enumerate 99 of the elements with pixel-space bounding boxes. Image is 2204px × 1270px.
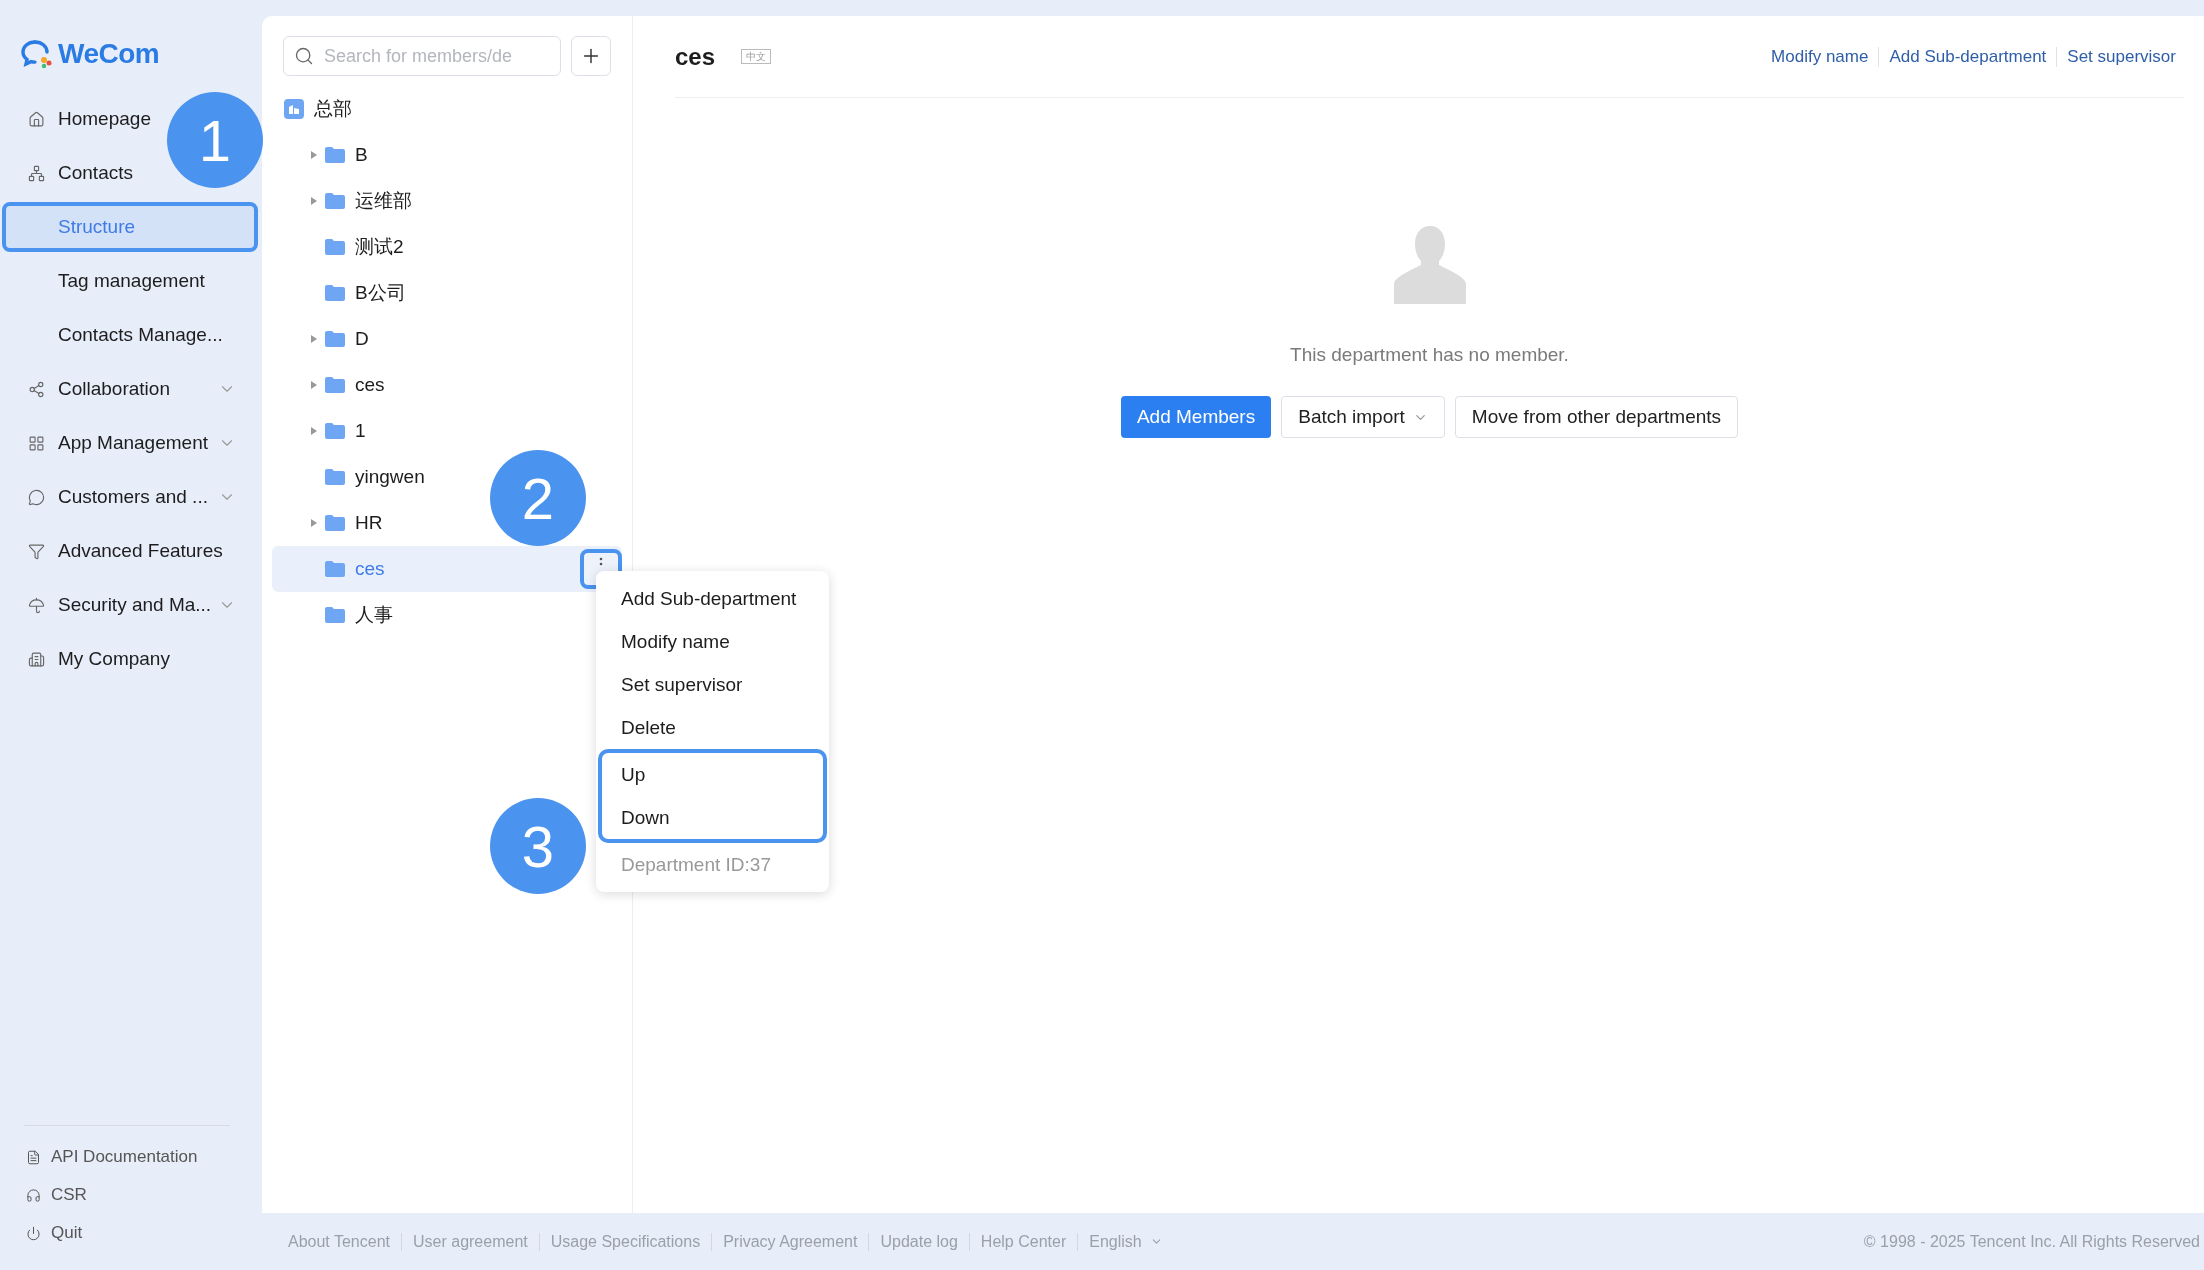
folder-icon — [325, 331, 345, 347]
sidebar-item[interactable]: Collaboration — [4, 366, 256, 412]
expand-arrow-icon[interactable] — [310, 334, 318, 344]
expand-arrow-icon[interactable] — [310, 196, 318, 206]
tree-row[interactable]: ces — [272, 546, 622, 592]
logo-icon — [20, 39, 54, 69]
tree-label: D — [355, 328, 369, 350]
grid-icon — [28, 434, 45, 452]
share-icon — [28, 380, 45, 398]
tree-root[interactable]: 总部 — [272, 86, 362, 132]
expand-arrow-icon[interactable] — [310, 380, 318, 390]
sidebar-item-label: My Company — [58, 648, 170, 670]
sidebar-item[interactable]: App Management — [4, 420, 256, 466]
sidebar-item[interactable]: My Company — [4, 636, 178, 682]
tree-label: yingwen — [355, 466, 425, 488]
tree-label: 运维部 — [355, 189, 412, 213]
header-link[interactable]: Modify name — [1761, 46, 1879, 67]
tree-label: 人事 — [355, 603, 393, 627]
sidebar-item[interactable]: Advanced Features — [4, 528, 231, 574]
footer-link-label: Quit — [51, 1223, 83, 1243]
footer-link-label: API Documentation — [51, 1147, 198, 1167]
tree-label: 总部 — [314, 97, 352, 121]
tree-label: 1 — [355, 420, 366, 442]
sidebar-item[interactable]: Contacts — [4, 150, 141, 196]
sidebar-item-label: Advanced Features — [58, 540, 223, 562]
folder-icon — [325, 377, 345, 393]
sidebar-item[interactable]: Customers and ... — [4, 474, 256, 520]
expand-arrow-icon[interactable] — [310, 426, 318, 436]
menu-item[interactable]: Set supervisor — [602, 663, 823, 706]
folder-icon — [325, 147, 345, 163]
language-tag: 中文 — [741, 49, 772, 64]
dropdown-button[interactable]: Batch import — [1281, 396, 1445, 438]
sidebar-footer-link[interactable]: API Documentation — [0, 1138, 262, 1176]
folder-icon — [325, 561, 345, 577]
sidebar-item[interactable]: Homepage — [4, 96, 159, 142]
expand-arrow-icon[interactable] — [310, 150, 318, 160]
sidebar-item-label: Security and Ma... — [58, 594, 213, 616]
tree-row[interactable]: 测试2 — [272, 224, 414, 270]
folder-icon — [325, 469, 345, 485]
folder-icon — [325, 515, 345, 531]
tree-row[interactable]: D — [272, 316, 379, 362]
sidebar-item-label: App Management — [58, 432, 209, 454]
menu-item[interactable]: Delete — [602, 706, 823, 749]
chat-bubble-icon — [28, 488, 45, 506]
umbrella-icon — [28, 596, 45, 614]
org-chart-icon — [28, 164, 45, 182]
folder-icon — [325, 607, 345, 623]
add-members-button[interactable]: Add Members — [1120, 396, 1272, 438]
tree-label: B — [355, 144, 368, 166]
folder-icon — [325, 285, 345, 301]
sidebar-subitem[interactable]: Contacts Manage... — [4, 312, 256, 358]
tree-row[interactable]: 人事 — [272, 592, 403, 638]
sidebar-item-label: Contacts — [58, 162, 133, 184]
logo-text: WeCom — [58, 38, 160, 70]
folder-icon — [325, 193, 345, 209]
menu-item[interactable]: Modify name — [602, 620, 823, 663]
sidebar-subitem[interactable]: Tag management — [4, 258, 256, 304]
tree-label: ces — [355, 374, 385, 396]
tree-row[interactable]: 运维部 — [272, 178, 422, 224]
department-id: Department ID:37 — [620, 852, 772, 877]
sidebar-item-label: Customers and ... — [58, 486, 209, 508]
folder-icon — [325, 239, 345, 255]
copyright: © 1998 - 2025 Tencent Inc. All Rights Reserved — [1863, 1232, 2201, 1251]
expand-arrow-icon[interactable] — [310, 518, 318, 528]
sidebar-footer-link[interactable]: Quit — [0, 1214, 262, 1252]
header-link[interactable]: Add Sub-department — [1878, 46, 2057, 67]
funnel-icon — [28, 542, 45, 560]
tree-label: ces — [355, 558, 385, 580]
menu-item[interactable]: Up — [602, 753, 823, 796]
tree-row[interactable]: yingwen — [272, 454, 435, 500]
action-button[interactable]: Move from other departments — [1454, 396, 1739, 438]
headset-icon — [26, 1187, 41, 1203]
department-title: ces — [675, 42, 716, 71]
menu-item[interactable]: Down — [602, 796, 823, 839]
tree-label: B公司 — [355, 281, 406, 305]
sidebar-footer-link[interactable]: CSR — [0, 1176, 262, 1214]
add-button[interactable] — [571, 36, 611, 76]
tree-row[interactable]: B — [272, 132, 378, 178]
tree-row[interactable]: 1 — [272, 408, 376, 454]
company-icon — [284, 99, 304, 119]
folder-icon — [325, 423, 345, 439]
empty-message: This department has no member. — [1290, 344, 1569, 366]
search-icon — [294, 46, 314, 66]
sidebar-item[interactable]: Security and Ma... — [4, 582, 256, 628]
sidebar-item-label: Collaboration — [58, 378, 171, 400]
footer-link-label: CSR — [51, 1185, 87, 1205]
tree-row[interactable]: ces — [272, 362, 395, 408]
document-icon — [26, 1149, 41, 1165]
tree-row[interactable]: B公司 — [272, 270, 416, 316]
header-link[interactable]: Set supervisor — [2056, 46, 2184, 67]
tree-label: 测试2 — [355, 235, 404, 259]
sidebar-item-label: Homepage — [58, 108, 151, 130]
step-marker: 1 — [167, 92, 263, 188]
building-icon — [28, 650, 45, 668]
search-field[interactable]: Search for members/de — [283, 36, 561, 76]
tree-label: HR — [355, 512, 383, 534]
power-icon — [26, 1225, 41, 1241]
tree-row[interactable]: HR — [272, 500, 393, 546]
house-icon — [28, 110, 45, 128]
